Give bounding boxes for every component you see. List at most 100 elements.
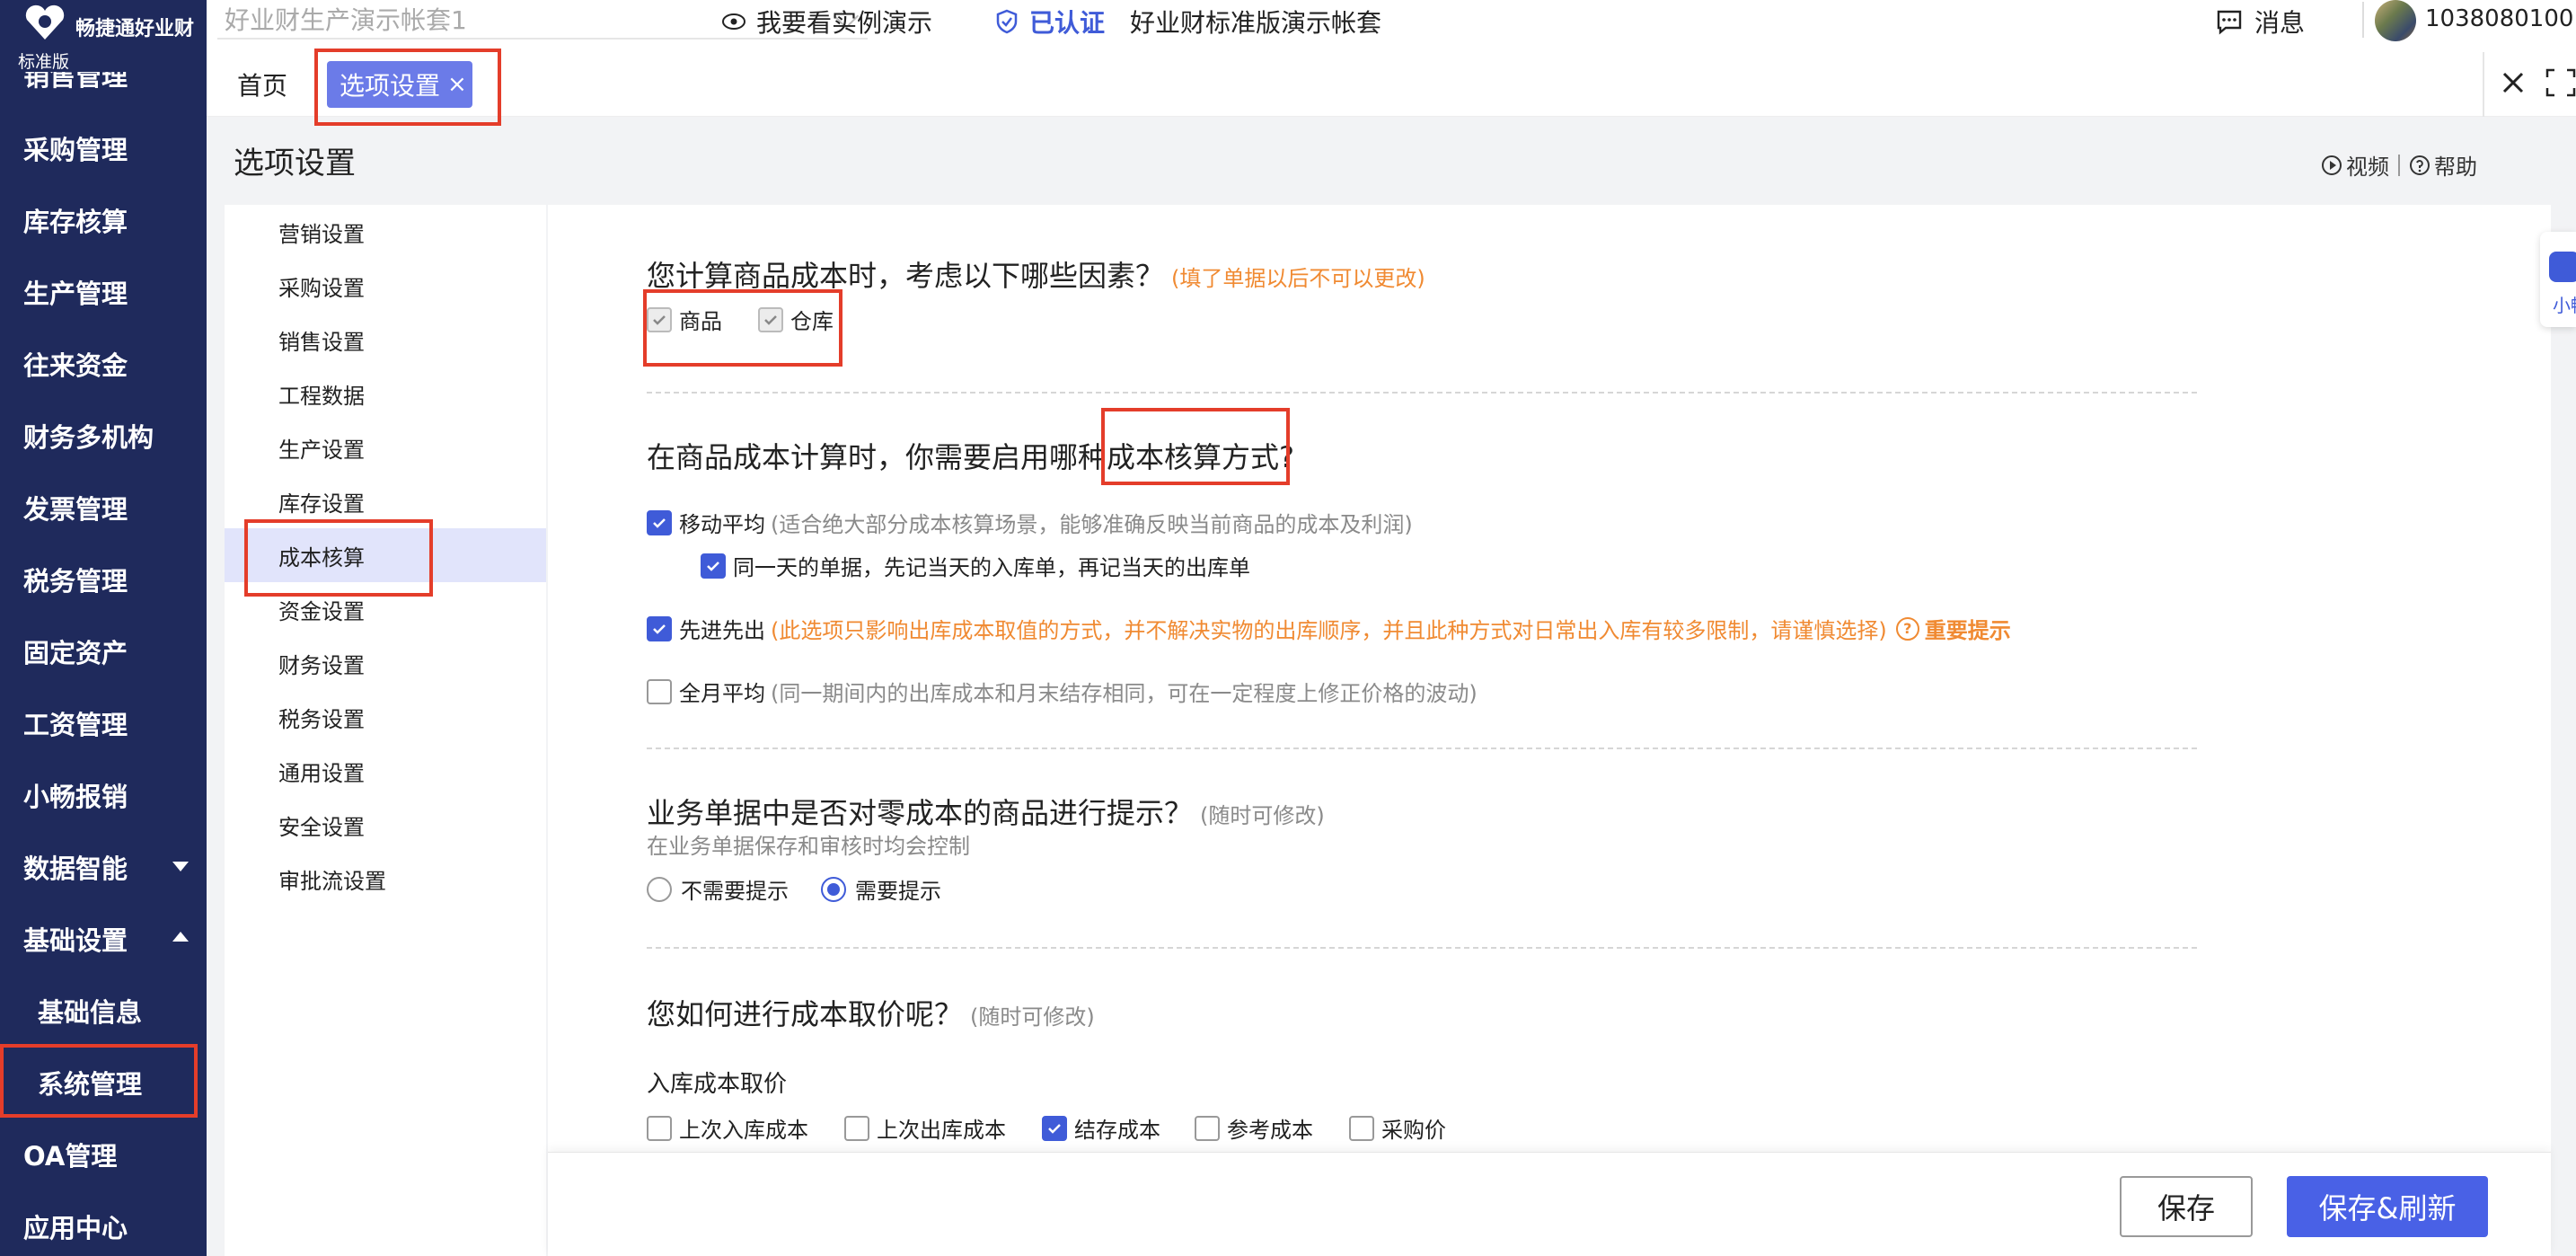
sidebar-item-fixed-assets[interactable]: 固定资产	[0, 615, 207, 687]
checkbox[interactable]	[647, 678, 672, 704]
checkbox[interactable]	[758, 306, 783, 332]
zero-cost-no-prompt[interactable]: 不需要提示	[647, 873, 789, 905]
zero-cost-prompt[interactable]: 需要提示	[821, 873, 941, 905]
checkbox-label: 参考成本	[1227, 1118, 1313, 1143]
section3-title: 业务单据中是否对零成本的商品进行提示？ (随时可修改)	[647, 791, 1325, 832]
sidebar-item-label: 数据智能	[23, 854, 128, 884]
checkbox[interactable]	[1195, 1115, 1220, 1141]
account-select-value: 好业财生产演示帐套1	[225, 5, 467, 35]
sidebar-item-funds[interactable]: 往来资金	[0, 328, 207, 400]
submenu-item-inventory[interactable]: 库存设置	[225, 474, 546, 528]
checkbox[interactable]	[647, 509, 672, 535]
sidebar-item-expense[interactable]: 小畅报销	[0, 759, 207, 831]
checkbox[interactable]	[647, 1115, 672, 1141]
divider	[2483, 52, 2484, 117]
submenu-item-general[interactable]: 通用设置	[225, 744, 546, 798]
video-link[interactable]: 视频	[2346, 149, 2389, 181]
sidebar-item-basic-settings[interactable]: 基础设置	[0, 903, 207, 975]
close-icon[interactable]	[2495, 65, 2531, 101]
sidebar-item-payroll[interactable]: 工资管理	[0, 687, 207, 759]
method-moving-average[interactable]: 移动平均 (适合绝大部分成本核算场景，能够准确反映当前商品的成本及利润)	[647, 507, 1413, 538]
help-circle-icon	[2410, 155, 2430, 175]
same-day-inbound-first[interactable]: 同一天的单据，先记当天的入库单，再记当天的出库单	[701, 550, 1250, 581]
checkbox-label: 全月平均	[679, 681, 765, 706]
sidebar-item-label: OA管理	[23, 1141, 118, 1172]
cost-factor-product[interactable]: 商品	[647, 304, 722, 335]
sidebar-item-data-intelligence[interactable]: 数据智能	[0, 831, 207, 903]
important-tip-link[interactable]: ? 重要提示	[1895, 613, 2011, 644]
checkbox[interactable]	[1349, 1115, 1374, 1141]
shield-check-icon	[996, 9, 1018, 34]
checkbox[interactable]	[701, 553, 726, 579]
submenu-item-production[interactable]: 生产设置	[225, 420, 546, 474]
price-reference-cost[interactable]: 参考成本	[1195, 1112, 1313, 1144]
sidebar-item-invoice[interactable]: 发票管理	[0, 472, 207, 544]
close-tab-icon[interactable]: ×	[447, 71, 467, 98]
demo-link-label: 我要看实例演示	[756, 8, 933, 38]
caret-down-icon	[172, 862, 189, 871]
sidebar-item-label: 生产管理	[23, 279, 128, 309]
checkbox[interactable]	[1042, 1115, 1067, 1141]
submenu-item-security[interactable]: 安全设置	[225, 798, 546, 852]
user-id[interactable]: 1038080100	[2425, 5, 2573, 32]
help-link[interactable]: 帮助	[2434, 149, 2477, 181]
submenu-item-label: 税务设置	[278, 706, 365, 732]
submenu-item-cost-accounting[interactable]: 成本核算	[225, 528, 546, 582]
submenu-item-funds[interactable]: 资金设置	[225, 582, 546, 636]
sidebar-item-production[interactable]: 生产管理	[0, 256, 207, 328]
submenu-item-engineering[interactable]: 工程数据	[225, 367, 546, 420]
save-refresh-button[interactable]: 保存&刷新	[2287, 1176, 2488, 1237]
avatar[interactable]	[2375, 0, 2416, 41]
check-icon	[1048, 1123, 1061, 1134]
price-purchase-price[interactable]: 采购价	[1349, 1112, 1446, 1144]
messages-button[interactable]: 消息	[2215, 4, 2305, 40]
sidebar: 畅捷通好业财 标准版 销售管理 采购管理 库存核算 生产管理 往来资金 财务多机…	[0, 0, 207, 1256]
checkbox-label: 先进先出	[679, 618, 765, 643]
checkbox[interactable]	[844, 1115, 869, 1141]
cost-factor-warehouse[interactable]: 仓库	[758, 304, 834, 335]
sidebar-item-label: 系统管理	[38, 1069, 143, 1100]
sidebar-item-tax[interactable]: 税务管理	[0, 544, 207, 615]
question-circle-icon: ?	[1895, 616, 1919, 641]
submenu-item-marketing[interactable]: 营销设置	[225, 205, 546, 259]
radio-label: 需要提示	[855, 879, 941, 904]
submenu-item-label: 成本核算	[278, 544, 365, 571]
sidebar-item-basic-info[interactable]: 基础信息	[0, 975, 207, 1047]
section-divider	[647, 392, 2197, 394]
tab-home[interactable]: 首页	[237, 66, 287, 102]
logo[interactable]: 畅捷通好业财 标准版	[0, 0, 207, 72]
sidebar-item-purchase[interactable]: 采购管理	[0, 112, 207, 184]
submenu-item-sales[interactable]: 销售设置	[225, 313, 546, 367]
section2-title: 在商品成本计算时，你需要启用哪种成本核算方式?	[647, 435, 1294, 476]
method-monthly-average[interactable]: 全月平均 (同一期间内的出库成本和月末结存相同，可在一定程度上修正价格的波动)	[647, 676, 1478, 707]
important-tip-label: 重要提示	[1924, 618, 2011, 643]
save-button[interactable]: 保存	[2120, 1176, 2253, 1237]
method-fifo[interactable]: 先进先出 (此选项只影响出库成本取值的方式，并不解决实物的出库顺序，并且此种方式…	[647, 613, 2011, 644]
section1-title-text: 您计算商品成本时，考虑以下哪些因素？	[647, 259, 1165, 293]
section4-note: (随时可修改)	[970, 1004, 1095, 1030]
price-balance-cost[interactable]: 结存成本	[1042, 1112, 1160, 1144]
message-icon	[2217, 10, 2242, 35]
option-hint: (同一期间内的出库成本和月末结存相同，可在一定程度上修正价格的波动)	[771, 681, 1478, 706]
checkbox[interactable]	[647, 306, 672, 332]
submenu-item-purchase[interactable]: 采购设置	[225, 259, 546, 313]
fullscreen-icon[interactable]	[2545, 66, 2576, 99]
radio[interactable]	[821, 876, 846, 902]
checkbox[interactable]	[647, 615, 672, 641]
assistant-widget[interactable]: 小畅	[2540, 232, 2576, 327]
sidebar-item-system-management[interactable]: 系统管理	[0, 1047, 207, 1119]
submenu-item-tax[interactable]: 税务设置	[225, 690, 546, 744]
section4-title-text: 您如何进行成本取价呢？	[647, 997, 964, 1031]
radio[interactable]	[647, 876, 672, 902]
demo-link[interactable]: 我要看实例演示	[720, 4, 932, 40]
sidebar-item-multi-org[interactable]: 财务多机构	[0, 400, 207, 472]
tab-options-settings[interactable]: 选项设置 ×	[327, 61, 472, 108]
submenu-item-finance[interactable]: 财务设置	[225, 636, 546, 690]
sidebar-item-oa[interactable]: OA管理	[0, 1119, 207, 1190]
price-last-outbound[interactable]: 上次出库成本	[844, 1112, 1006, 1144]
sidebar-item-app-center[interactable]: 应用中心	[0, 1190, 207, 1256]
sidebar-item-inventory-cost[interactable]: 库存核算	[0, 184, 207, 256]
sidebar-item-label: 基础信息	[38, 997, 143, 1028]
submenu-item-approval-flow[interactable]: 审批流设置	[225, 852, 546, 906]
price-last-inbound[interactable]: 上次入库成本	[647, 1112, 808, 1144]
